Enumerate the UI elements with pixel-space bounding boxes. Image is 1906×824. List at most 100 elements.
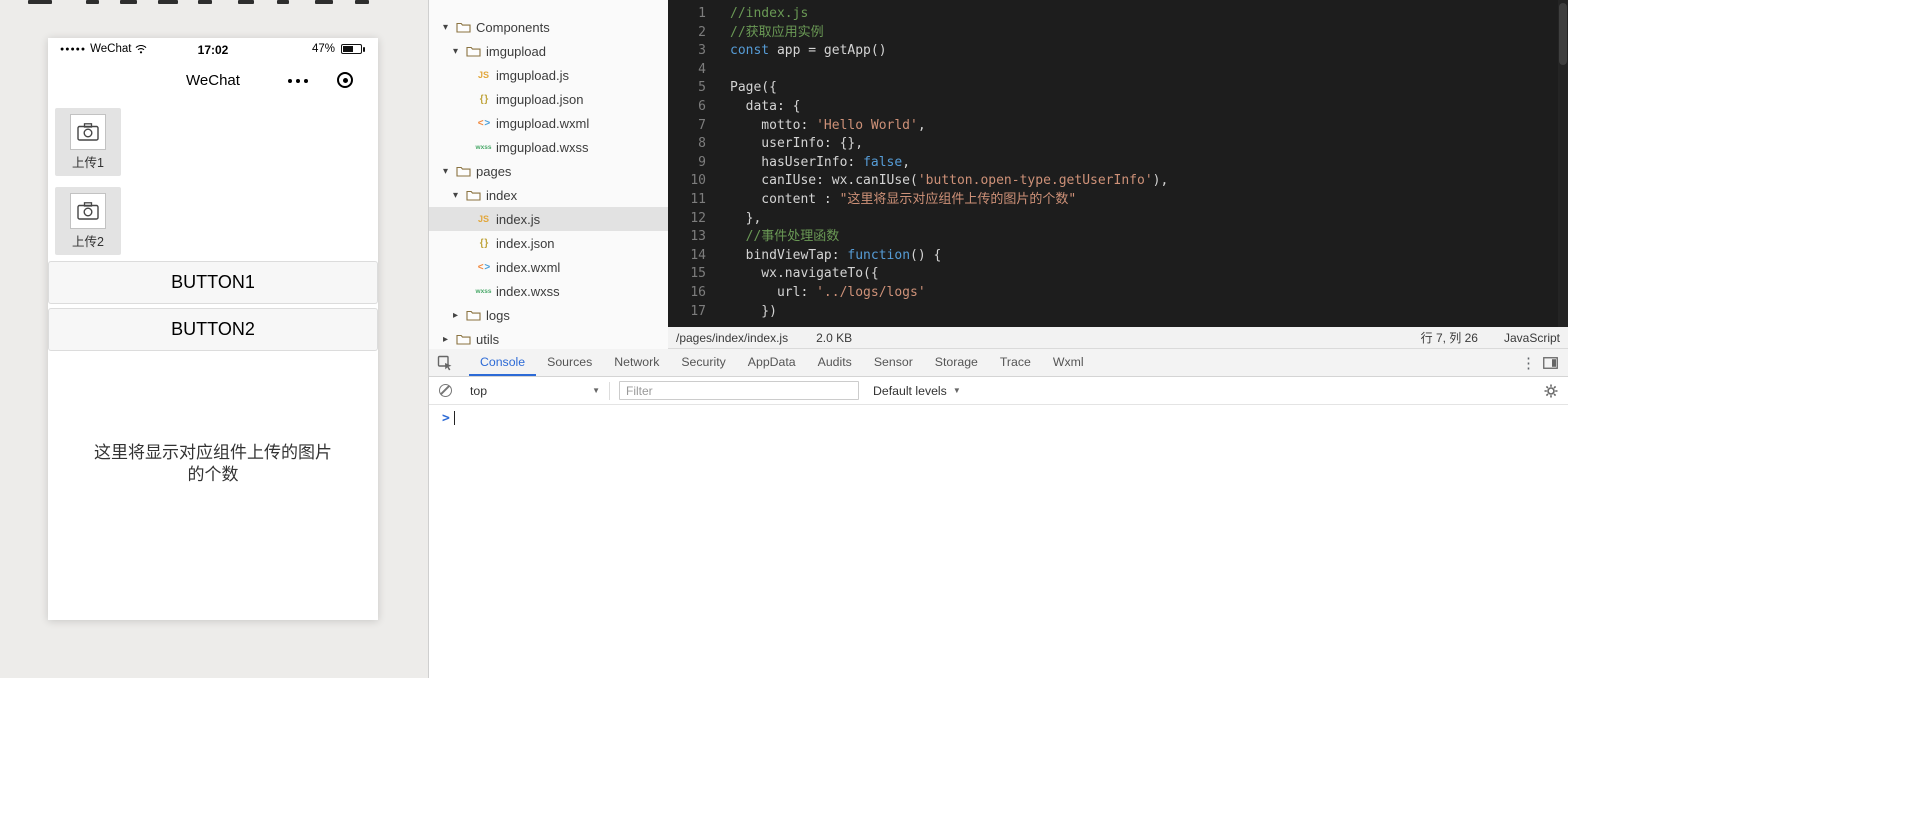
phone-nav-bar: WeChat (48, 60, 378, 102)
tree-folder-index[interactable]: ▾ index (429, 183, 668, 207)
menu-dots-icon[interactable] (288, 79, 308, 83)
tree-folder-Components[interactable]: ▾ Components (429, 15, 668, 39)
settings-gear-icon[interactable] (1544, 384, 1558, 398)
chevron-collapsed-icon: ▸ (453, 309, 459, 321)
code-line[interactable]: 3 const app = getApp() (668, 42, 1568, 61)
devtools-tab-trace[interactable]: Trace (989, 349, 1042, 376)
camera-box (70, 114, 106, 150)
context-selector[interactable]: top ▼ (470, 384, 600, 398)
devtools-tab-wxml[interactable]: Wxml (1042, 349, 1095, 376)
upload-tile-1[interactable]: 上传1 (55, 108, 121, 176)
tree-folder-utils[interactable]: ▸ utils (429, 327, 668, 349)
code-line[interactable]: 17 }) (668, 303, 1568, 322)
code-line[interactable]: 9 hasUserInfo: false, (668, 154, 1568, 173)
tree-file-index.json[interactable]: { } index.json (429, 231, 668, 255)
console-output[interactable]: > (429, 405, 1568, 678)
tree-file-index.js[interactable]: JS index.js (429, 207, 668, 231)
devtools-tab-sensor[interactable]: Sensor (863, 349, 924, 376)
context-selector-value: top (470, 383, 488, 398)
code-line[interactable]: 14 bindViewTap: function() { (668, 247, 1568, 266)
devtools-tab-network[interactable]: Network (603, 349, 670, 376)
inspect-element-icon[interactable] (437, 355, 457, 371)
code-line[interactable]: 11 content : "这里将显示对应组件上传的图片的个数" (668, 191, 1568, 210)
wifi-icon (136, 44, 147, 54)
tree-file-imgupload.wxml[interactable]: < > imgupload.wxml (429, 111, 668, 135)
language-mode[interactable]: JavaScript (1504, 331, 1560, 345)
camera-icon (77, 123, 99, 141)
code-line[interactable]: 12 }, (668, 210, 1568, 229)
clear-console-icon[interactable] (439, 384, 452, 397)
devtools-tabs: Console Sources Network Security AppData Audi… (469, 349, 1095, 376)
code-line[interactable]: 1//index.js (668, 5, 1568, 24)
more-options-icon[interactable]: ⋮ (1514, 354, 1543, 372)
record-circle-icon[interactable] (337, 72, 353, 88)
chevron-expanded-icon: ▾ (443, 165, 449, 177)
console-toolbar: top ▼ Default levels ▼ (429, 377, 1568, 405)
devtools-tab-appdata[interactable]: AppData (737, 349, 807, 376)
tree-file-imgupload.json[interactable]: { } imgupload.json (429, 87, 668, 111)
carrier-label: ●●●●● WeChat (60, 43, 147, 55)
devtools-tab-bar: Console Sources Network Security AppData Audi… (429, 349, 1568, 377)
console-filter-input[interactable] (619, 381, 859, 400)
page-title: WeChat (186, 72, 240, 89)
battery-icon (341, 44, 365, 54)
tree-item-label: index.js (496, 211, 541, 227)
tree-folder-imgupload[interactable]: ▾ imgupload (429, 39, 668, 63)
folder-icon (454, 333, 473, 345)
code-line[interactable]: 8 userInfo: {}, (668, 135, 1568, 154)
button2[interactable]: BUTTON2 (48, 308, 378, 351)
chevron-collapsed-icon: ▸ (443, 333, 449, 345)
tree-item-label: imgupload.js (496, 67, 569, 83)
file-tree: ▾ Components ▾ imgupload JS imgupload.js { } im… (429, 0, 668, 349)
chevron-expanded-icon: ▾ (453, 45, 459, 57)
tree-file-imgupload.js[interactable]: JS imgupload.js (429, 63, 668, 87)
tree-item-label: Components (476, 19, 550, 35)
devtools-tab-sources[interactable]: Sources (536, 349, 603, 376)
devtools-tab-audits[interactable]: Audits (807, 349, 863, 376)
tree-file-index.wxml[interactable]: < > index.wxml (429, 255, 668, 279)
tree-item-label: imgupload.wxml (496, 115, 590, 131)
folder-icon (464, 189, 483, 201)
devtools-tab-security[interactable]: Security (670, 349, 736, 376)
folder-icon (464, 309, 483, 321)
upload-tile-2[interactable]: 上传2 (55, 187, 121, 255)
tree-file-imgupload.wxss[interactable]: wxss imgupload.wxss (429, 135, 668, 159)
tree-item-label: index.wxml (496, 259, 561, 275)
tree-folder-logs[interactable]: ▸ logs (429, 303, 668, 327)
code-line[interactable]: 6 data: { (668, 98, 1568, 117)
count-placeholder-text: 这里将显示对应组件上传的图片的个数 (94, 443, 332, 484)
wxml-file-icon: < > (477, 117, 490, 129)
tree-folder-pages[interactable]: ▾ pages (429, 159, 668, 183)
log-level-selector[interactable]: Default levels ▼ (873, 384, 961, 398)
cursor-position: 行 7, 列 26 (1420, 331, 1478, 345)
chevron-expanded-icon: ▾ (443, 21, 449, 33)
phone-status-bar: ●●●●● WeChat 17:02 47% (48, 38, 378, 60)
chevron-down-icon: ▼ (952, 386, 961, 395)
button1[interactable]: BUTTON1 (48, 261, 378, 304)
console-text-caret (453, 411, 455, 425)
code-line[interactable]: 4 (668, 61, 1568, 80)
js-file-icon: JS (477, 214, 489, 224)
code-line[interactable]: 13 //事件处理函数 (668, 228, 1568, 247)
tree-item-label: utils (476, 331, 500, 347)
code-editor[interactable]: 1//index.js 2//获取应用实例 3 const app = getApp(… (668, 0, 1568, 327)
devtools-tab-console[interactable]: Console (469, 349, 537, 376)
code-line[interactable]: 10 canIUse: wx.canIUse('button.open-type… (668, 172, 1568, 191)
console-prompt-row[interactable]: > (429, 405, 1568, 431)
log-level-value: Default levels (873, 383, 947, 398)
tree-item-label: index.json (496, 235, 555, 251)
code-line[interactable]: 16 url: '../logs/logs' (668, 284, 1568, 303)
code-line[interactable]: 5 Page({ (668, 79, 1568, 98)
code-lines: 1//index.js 2//获取应用实例 3 const app = getApp(… (668, 0, 1568, 321)
code-line[interactable]: 15 wx.navigateTo({ (668, 265, 1568, 284)
editor-scrollbar[interactable] (1558, 0, 1568, 327)
code-line[interactable]: 7 motto: 'Hello World', (668, 117, 1568, 136)
json-file-icon: { } (479, 93, 489, 105)
console-prompt-chevron: > (442, 410, 450, 426)
toolbar-divider (609, 381, 610, 400)
devtools-tab-storage[interactable]: Storage (924, 349, 989, 376)
dock-side-icon[interactable] (1543, 356, 1558, 369)
code-line[interactable]: 2//获取应用实例 (668, 24, 1568, 43)
battery-indicator: 47% (312, 43, 366, 55)
tree-file-index.wxss[interactable]: wxss index.wxss (429, 279, 668, 303)
